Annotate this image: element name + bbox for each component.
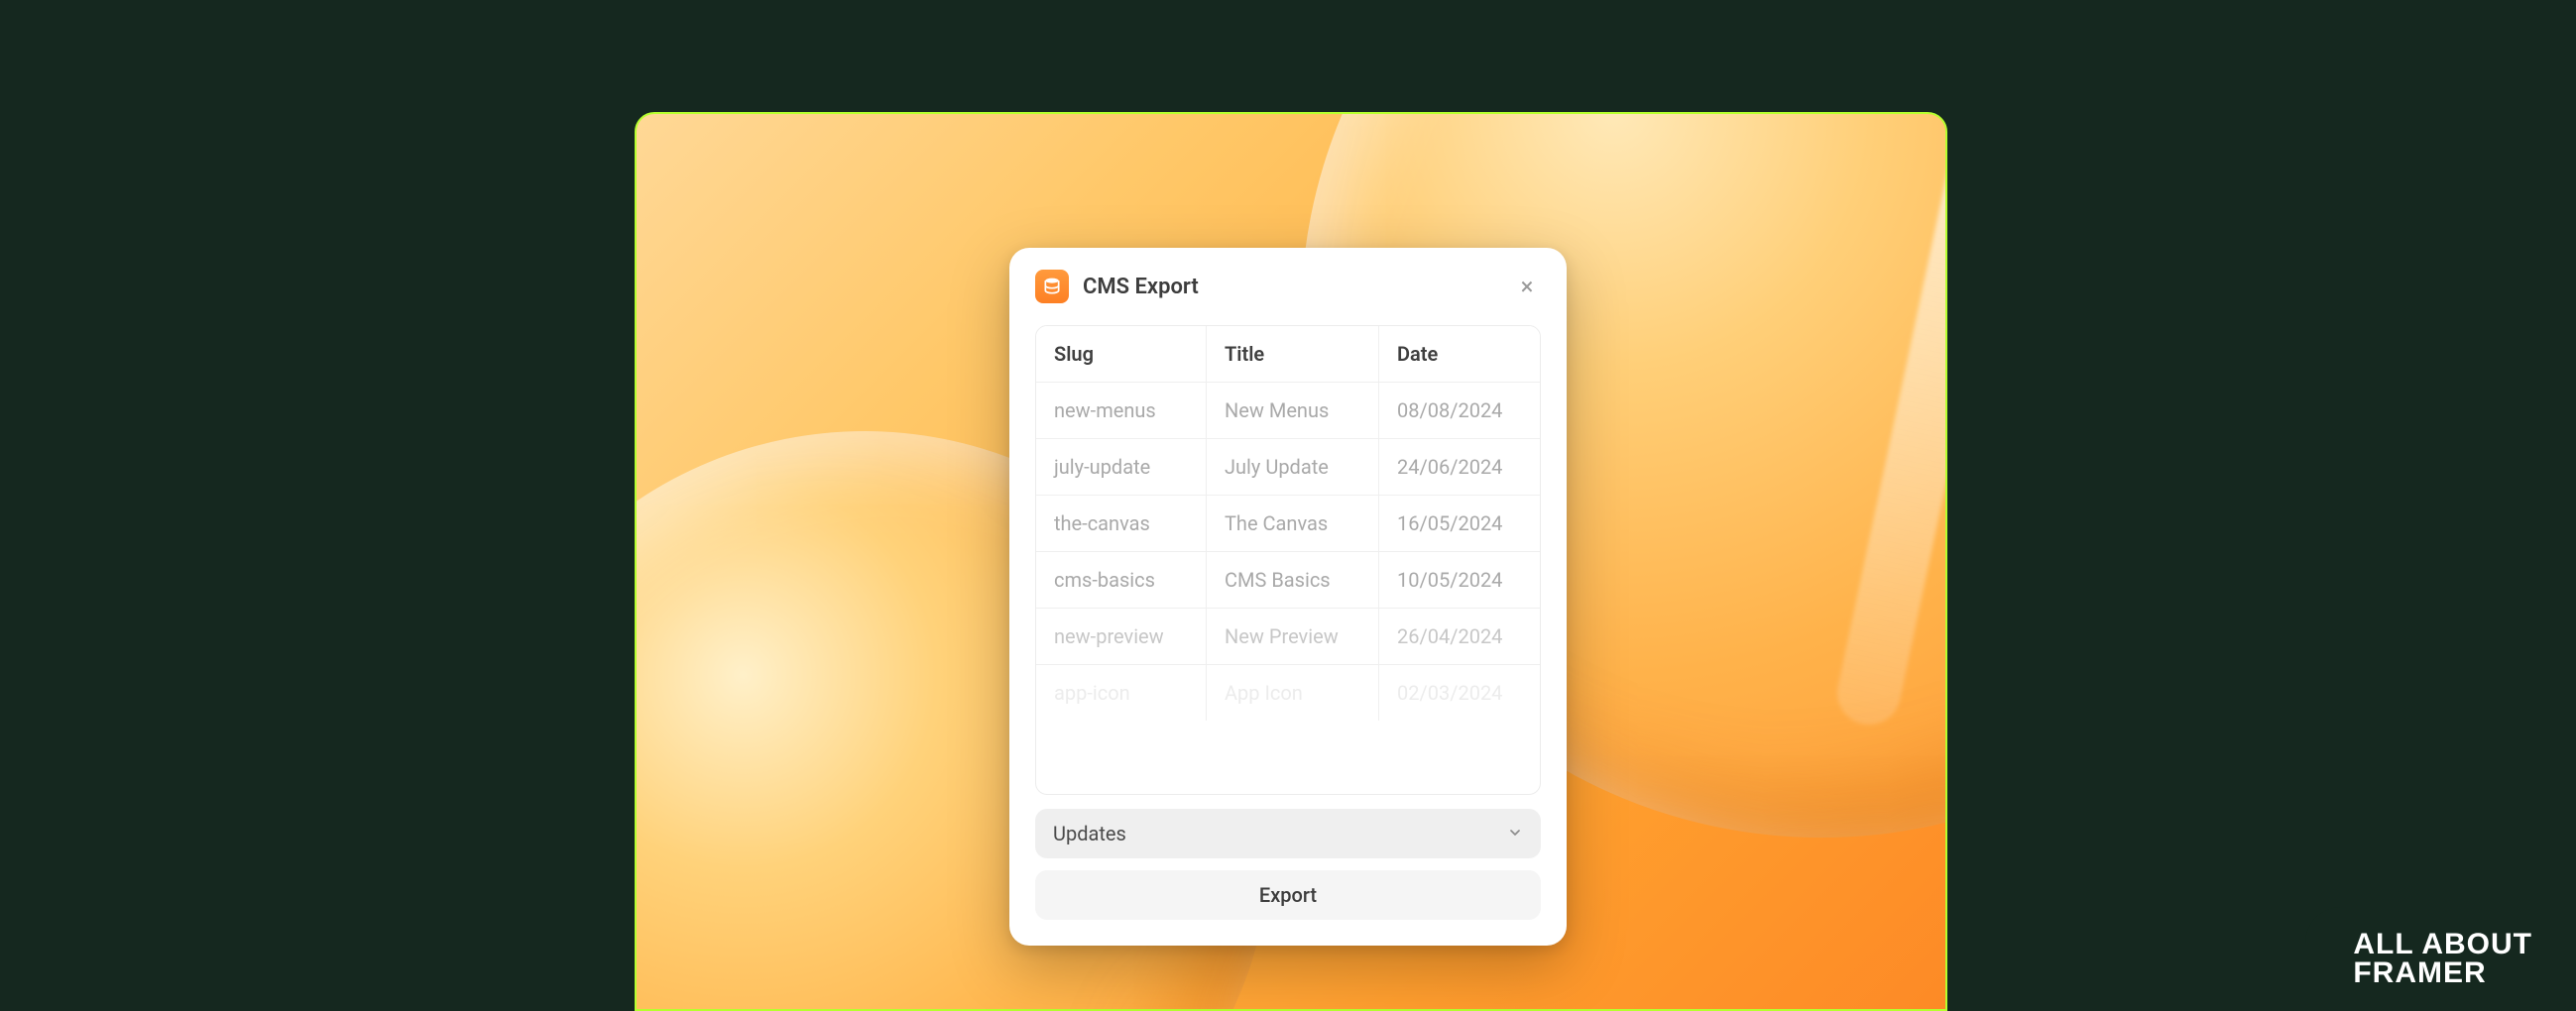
cell-date: 24/06/2024 [1379, 439, 1540, 495]
database-icon [1035, 270, 1069, 303]
column-header-slug: Slug [1036, 326, 1207, 382]
cell-slug: app-icon [1036, 665, 1207, 721]
cms-export-modal: CMS Export × Slug Title Date new-menus N… [1009, 248, 1567, 946]
watermark-line: FRAMER [2353, 959, 2532, 988]
column-header-date: Date [1379, 326, 1540, 382]
table-row[interactable]: app-icon App Icon 02/03/2024 [1036, 665, 1540, 721]
modal-header: CMS Export × [1009, 248, 1567, 321]
modal-title: CMS Export [1083, 275, 1199, 299]
export-table: Slug Title Date new-menus New Menus 08/0… [1035, 325, 1541, 795]
cell-title: The Canvas [1207, 496, 1379, 551]
cell-title: July Update [1207, 439, 1379, 495]
cell-slug: new-preview [1036, 609, 1207, 664]
cell-slug: new-menus [1036, 383, 1207, 438]
export-button[interactable]: Export [1035, 870, 1541, 920]
watermark-badge: ALL ABOUT FRAMER [2305, 907, 2576, 1011]
column-header-title: Title [1207, 326, 1379, 382]
cell-title: CMS Basics [1207, 552, 1379, 608]
select-value: Updates [1053, 822, 1126, 845]
cell-title: New Preview [1207, 609, 1379, 664]
watermark-text: ALL ABOUT FRAMER [2353, 931, 2532, 987]
cell-title: New Menus [1207, 383, 1379, 438]
watermark-line: ALL ABOUT [2353, 931, 2532, 959]
cell-date: 10/05/2024 [1379, 552, 1540, 608]
cell-title: App Icon [1207, 665, 1379, 721]
table-header-row: Slug Title Date [1036, 326, 1540, 383]
close-button[interactable]: × [1513, 273, 1541, 300]
table-row[interactable]: new-preview New Preview 26/04/2024 [1036, 609, 1540, 665]
chevron-down-icon [1507, 822, 1523, 845]
close-icon: × [1521, 275, 1534, 298]
cell-date: 16/05/2024 [1379, 496, 1540, 551]
cell-date: 02/03/2024 [1379, 665, 1540, 721]
modal-footer: Updates Export [1009, 795, 1567, 946]
cell-date: 26/04/2024 [1379, 609, 1540, 664]
cell-slug: july-update [1036, 439, 1207, 495]
table-row[interactable]: cms-basics CMS Basics 10/05/2024 [1036, 552, 1540, 609]
export-button-label: Export [1259, 883, 1317, 907]
cell-slug: cms-basics [1036, 552, 1207, 608]
cell-slug: the-canvas [1036, 496, 1207, 551]
cell-date: 08/08/2024 [1379, 383, 1540, 438]
table-row[interactable]: the-canvas The Canvas 16/05/2024 [1036, 496, 1540, 552]
table-row[interactable]: new-menus New Menus 08/08/2024 [1036, 383, 1540, 439]
table-body: new-menus New Menus 08/08/2024 july-upda… [1036, 383, 1540, 721]
table-row[interactable]: july-update July Update 24/06/2024 [1036, 439, 1540, 496]
collection-select[interactable]: Updates [1035, 809, 1541, 858]
table-fade [1036, 721, 1540, 794]
